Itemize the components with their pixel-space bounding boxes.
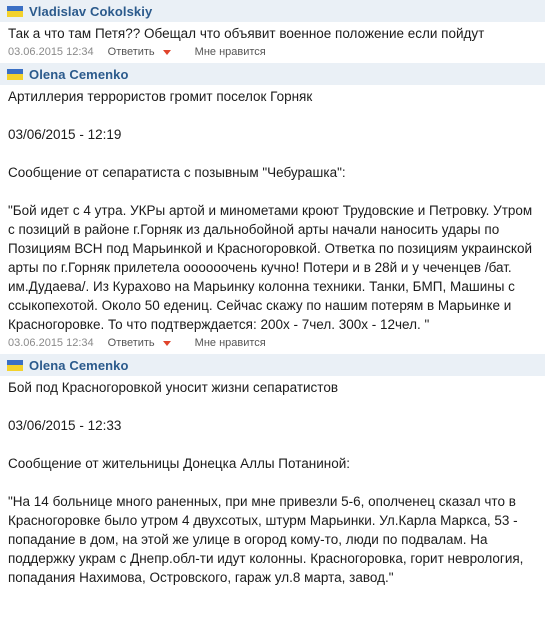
author-name[interactable]: Vladislav Cokolskiy (29, 4, 152, 19)
author-name[interactable]: Olena Cemenko (29, 358, 129, 373)
comment-footer: 03.06.2015 12:34 Ответить Мне нравится (0, 43, 545, 63)
comment-header: Olena Cemenko (0, 354, 545, 376)
comment-header: Vladislav Cokolskiy (0, 0, 545, 22)
ukraine-flag-icon (7, 68, 23, 80)
comment: Olena Cemenko Бой под Красногоровкой уно… (0, 354, 545, 587)
reply-button[interactable]: Ответить (108, 337, 171, 349)
comment-date: 03.06.2015 12:34 (8, 337, 94, 349)
comment: Olena Cemenko Артиллерия террористов гро… (0, 63, 545, 354)
caret-down-icon[interactable] (162, 340, 171, 346)
like-button[interactable]: Мне нравится (195, 46, 266, 58)
reply-label: Ответить (107, 337, 155, 349)
ukraine-flag-icon (7, 359, 23, 371)
caret-down-icon[interactable] (162, 49, 171, 55)
comment-date: 03.06.2015 12:34 (8, 46, 94, 58)
comment-text: Артиллерия террористов громит поселок Го… (8, 89, 533, 332)
comment-text: Так а что там Петя?? Обещал что объявит … (8, 26, 485, 41)
comment-text: Бой под Красногоровкой уносит жизни сепа… (8, 380, 524, 585)
comment: Vladislav Cokolskiy Так а что там Петя??… (0, 0, 545, 63)
reply-label: Ответить (107, 46, 155, 58)
ukraine-flag-icon (7, 5, 23, 17)
comment-footer: 03.06.2015 12:34 Ответить Мне нравится (0, 334, 545, 354)
reply-button[interactable]: Ответить (108, 46, 171, 58)
comment-list: Vladislav Cokolskiy Так а что там Петя??… (0, 0, 545, 587)
author-name[interactable]: Olena Cemenko (29, 67, 129, 82)
like-button[interactable]: Мне нравится (195, 337, 266, 349)
comment-header: Olena Cemenko (0, 63, 545, 85)
